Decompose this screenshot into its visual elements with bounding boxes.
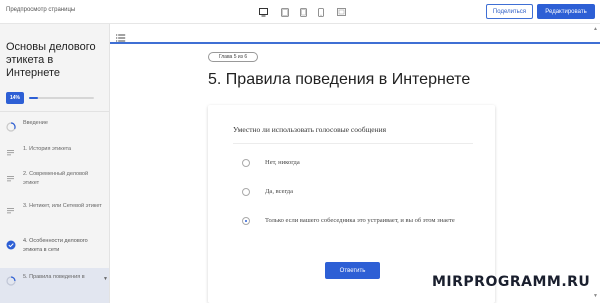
sidebar-item-label: 5. Правила поведения в [23, 274, 85, 280]
progress-circle-icon [6, 273, 16, 286]
phone-icon[interactable] [316, 6, 326, 18]
sidebar-item-intro[interactable]: Введение [0, 116, 109, 144]
progress-bar-fill [29, 97, 39, 99]
sidebar-item-modern[interactable]: 2. Современный деловой этикет [0, 168, 109, 196]
sidebar-divider [0, 111, 109, 112]
progress-circle-icon [6, 119, 16, 132]
desktop-icon[interactable] [258, 6, 268, 18]
radio-button[interactable] [242, 159, 250, 167]
sidebar-item-history[interactable]: 1. История этикета [0, 142, 109, 170]
share-button[interactable]: Поделиться [486, 4, 533, 19]
progress-bar [29, 97, 94, 99]
scroll-up-icon[interactable]: ▲ [593, 26, 598, 32]
menu-icon[interactable] [116, 29, 126, 47]
submit-answer-button[interactable]: Ответить [325, 262, 380, 279]
scroll-down-icon[interactable]: ▼ [593, 293, 598, 299]
sidebar-item-label: 1. История этикета [23, 146, 72, 152]
question-divider [233, 143, 473, 144]
sidebar-item-label: 3. Нетикет, или Сетевой этикет [23, 203, 102, 209]
tablet-landscape-icon[interactable] [280, 6, 290, 18]
content-toolbar [110, 24, 600, 44]
edit-button[interactable]: Редактировать [537, 4, 595, 19]
sidebar-item-label: Введение [23, 120, 48, 126]
sidebar-item-netiquette[interactable]: 3. Нетикет, или Сетевой этикет [0, 200, 109, 228]
tablet-icon[interactable] [298, 6, 308, 18]
sidebar-item-label: 4. Особенности делового этикета в сети [23, 238, 88, 253]
sidebar-item-features[interactable]: 4. Особенности делового этикета в сети [0, 234, 109, 262]
sidebar-scroll-down-icon[interactable]: ▼ [103, 276, 108, 282]
radio-button-selected[interactable] [242, 217, 250, 225]
lines-icon [6, 145, 16, 156]
check-circle-icon [6, 237, 16, 250]
course-title: Основы делового этикета в Интернете [6, 41, 96, 79]
lines-icon [6, 203, 16, 214]
sidebar-item-label: 2. Современный деловой этикет [23, 171, 89, 186]
course-sidebar: Основы делового этикета в Интернете 14% … [0, 24, 110, 303]
watermark-logo: MIRPROGRAMM.RU [432, 274, 591, 290]
lines-icon [6, 171, 16, 182]
preview-title: Предпросмотр страницы [6, 7, 76, 13]
chapter-badge: Глава 5 из 6 [208, 52, 258, 62]
quiz-option-label: Да, всегда [265, 188, 293, 195]
progress-badge: 14% [6, 92, 24, 104]
quiz-option-label: Нет, никогда [265, 159, 300, 166]
fullscreen-icon[interactable] [336, 6, 346, 18]
page-title: 5. Правила поведения в Интернете [208, 71, 471, 88]
quiz-question: Уместно ли использовать голосовые сообще… [233, 125, 387, 134]
main-content: Глава 5 из 6 5. Правила поведения в Инте… [110, 24, 600, 303]
quiz-option-label: Только если вашего собеседника это устра… [265, 217, 455, 224]
sidebar-item-rules[interactable]: 5. Правила поведения в [0, 268, 109, 303]
top-bar: Предпросмотр страницы Поделиться Редакти… [0, 0, 600, 24]
radio-button[interactable] [242, 188, 250, 196]
